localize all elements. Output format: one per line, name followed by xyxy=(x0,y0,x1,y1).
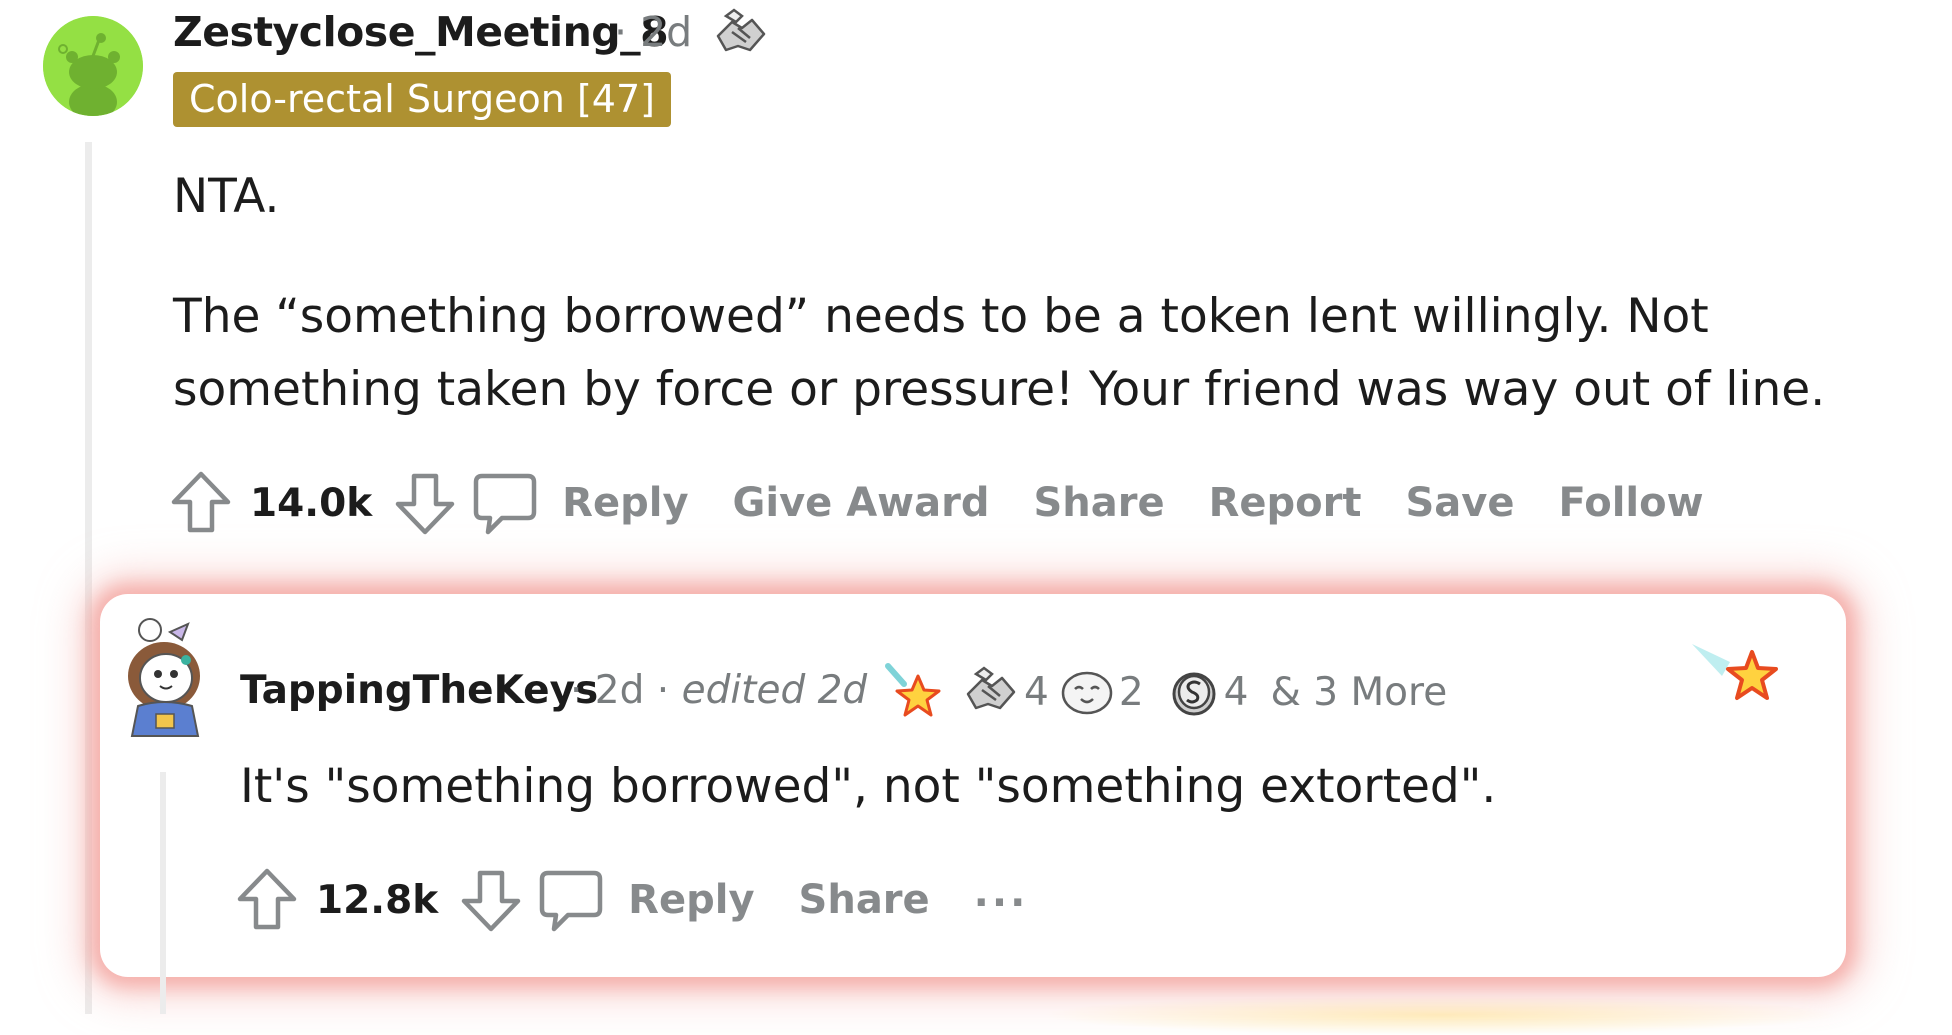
next-comment-glow xyxy=(1040,995,1840,1035)
downvote-arrow-icon[interactable] xyxy=(392,468,458,538)
comment-age-value: 2d xyxy=(640,8,693,56)
give-award-button[interactable]: Give Award xyxy=(733,480,990,526)
upvote-arrow-icon[interactable] xyxy=(234,865,300,935)
award-count: 4 xyxy=(1223,669,1249,715)
reply-button-label: Reply xyxy=(628,877,755,923)
user-flair: Colo-rectal Surgeon [47] xyxy=(173,72,671,127)
reply-button[interactable]: Reply xyxy=(538,867,755,933)
reply-body: It's "something borrowed", not "somethin… xyxy=(240,759,1497,814)
glowing-star-award-icon xyxy=(1692,644,1778,700)
save-button[interactable]: Save xyxy=(1406,480,1515,526)
reply-author[interactable]: TappingTheKeys xyxy=(240,668,598,713)
comment-score: 14.0k xyxy=(250,480,373,526)
comment-age: · 2d xyxy=(614,8,693,56)
share-button[interactable]: Share xyxy=(1033,480,1164,526)
report-button[interactable]: Report xyxy=(1209,480,1362,526)
more-awards-link[interactable]: & 3 More xyxy=(1270,670,1447,715)
downvote-arrow-icon[interactable] xyxy=(458,865,524,935)
comment-action-bar: 14.0k Reply Give Award Share Report Save… xyxy=(168,468,1748,538)
award-count: 2 xyxy=(1118,669,1144,715)
upvote-arrow-icon[interactable] xyxy=(168,468,234,538)
avatar[interactable] xyxy=(112,614,212,744)
reply-thread-line[interactable] xyxy=(160,772,166,1014)
snoo-avatar-icon xyxy=(43,16,143,116)
reply-awards[interactable]: 4 2 4 & 3 More xyxy=(884,660,1447,724)
avatar[interactable] xyxy=(43,16,143,116)
comment-paragraph: NTA. xyxy=(173,169,280,224)
reply-action-bar: 12.8k Reply Share ... xyxy=(234,865,1028,935)
comment-paragraph: The “something borrowed” needs to be a t… xyxy=(173,289,1826,417)
comment-author[interactable]: Zestyclose_Meeting_8 xyxy=(173,8,669,56)
reply-age: 2d xyxy=(594,668,645,713)
reply-edited: edited 2d xyxy=(681,668,868,713)
more-options-button[interactable]: ... xyxy=(974,870,1029,916)
reply-score: 12.8k xyxy=(316,877,439,923)
glowing-star-award-icon[interactable] xyxy=(884,662,944,722)
chat-bubble-icon xyxy=(539,870,603,932)
comment-body: NTA. The “something borrowed” needs to b… xyxy=(173,160,1873,426)
wholesome-face-award-icon[interactable] xyxy=(1059,667,1115,717)
reply-button-label: Reply xyxy=(562,480,689,526)
helpful-handshake-award-icon[interactable] xyxy=(962,664,1020,720)
thread-line[interactable] xyxy=(85,142,92,1014)
follow-button[interactable]: Follow xyxy=(1559,480,1704,526)
chat-bubble-icon xyxy=(473,473,537,535)
reply-meta: · 2d · edited 2d xyxy=(570,668,868,713)
silver-coin-award-icon[interactable] xyxy=(1168,666,1220,718)
reply-button[interactable]: Reply xyxy=(472,470,689,536)
helpful-handshake-award-icon[interactable] xyxy=(712,6,770,62)
share-button[interactable]: Share xyxy=(799,877,930,923)
award-count: 4 xyxy=(1024,669,1049,715)
